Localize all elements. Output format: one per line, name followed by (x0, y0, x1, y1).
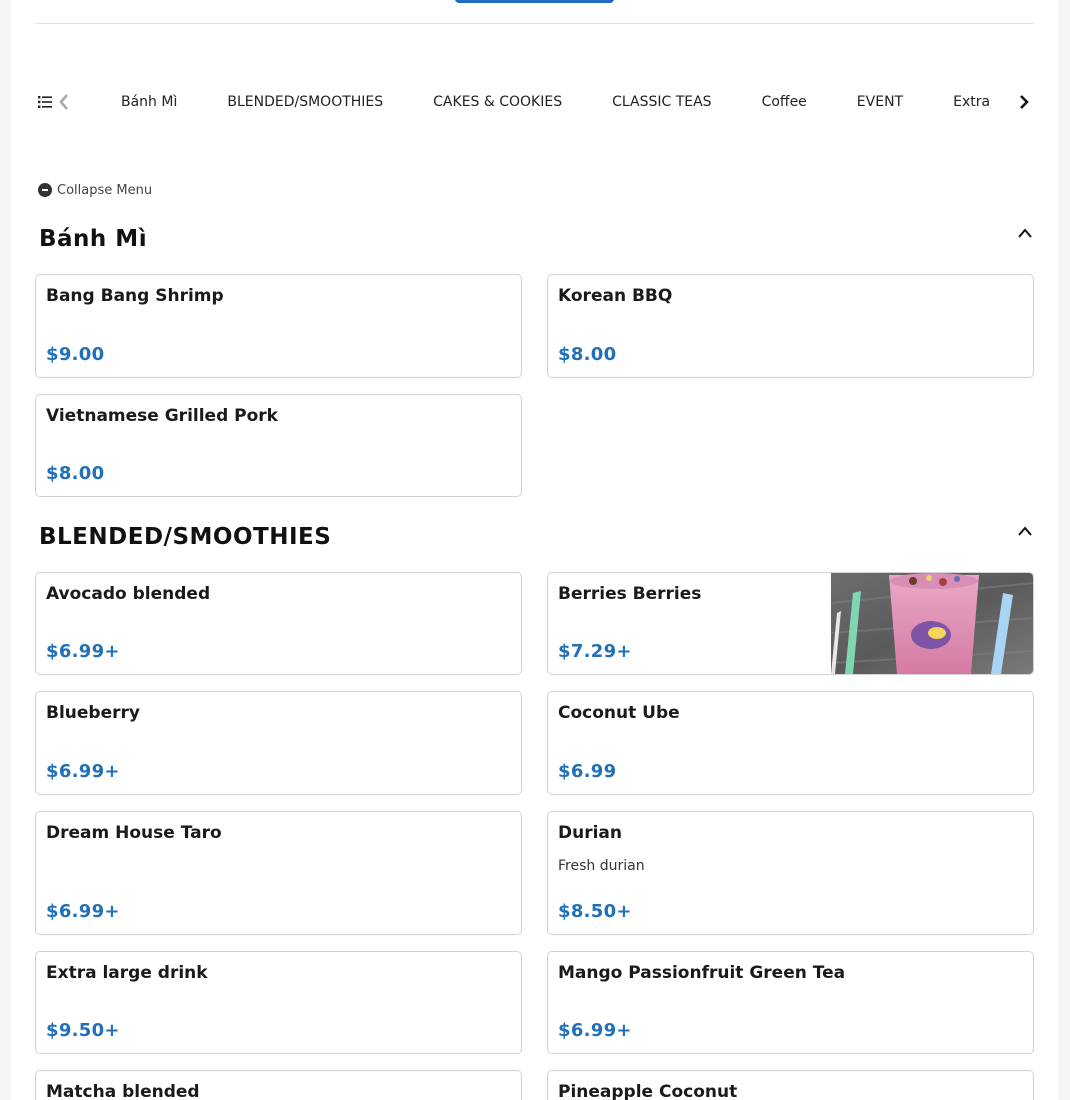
menu-item-card[interactable]: Bang Bang Shrimp $9.00 (35, 274, 522, 378)
item-name: Durian (558, 823, 622, 843)
menu-item-card[interactable]: Korean BBQ $8.00 (547, 274, 1034, 378)
item-name: Extra large drink (46, 963, 208, 983)
divider (35, 23, 1034, 24)
collapse-menu-label: Collapse Menu (57, 182, 153, 198)
menu-item-card[interactable]: Blueberry $6.99+ (35, 691, 522, 795)
chevron-right-icon[interactable] (1016, 92, 1032, 112)
menu-item-card[interactable]: Coconut Ube $6.99 (547, 691, 1034, 795)
category-nav: Bánh Mì BLENDED/SMOOTHIES CAKES & COOKIES C… (35, 80, 1034, 124)
item-price: $9.50+ (46, 1020, 120, 1041)
minus-circle-icon (38, 183, 52, 197)
item-description: Fresh durian (558, 858, 645, 874)
item-price: $8.00 (558, 344, 617, 365)
item-price: $6.99+ (46, 761, 120, 782)
section-title-blended-smoothies: BLENDED/SMOOTHIES (39, 524, 332, 550)
item-price: $6.99+ (46, 641, 120, 662)
tab-event[interactable]: EVENT (832, 80, 928, 124)
top-action-button[interactable] (455, 0, 614, 3)
item-name: Vietnamese Grilled Pork (46, 406, 278, 426)
item-name: Pineapple Coconut (558, 1082, 738, 1100)
menu-item-card[interactable]: Vietnamese Grilled Pork $8.00 (35, 394, 522, 497)
tab-classic-teas[interactable]: CLASSIC TEAS (587, 80, 736, 124)
menu-item-card[interactable]: Durian Fresh durian $8.50+ (547, 811, 1034, 935)
item-price: $7.29+ (558, 641, 632, 662)
item-name: Korean BBQ (558, 286, 673, 306)
smoothie-photo (831, 573, 1033, 674)
category-tabs: Bánh Mì BLENDED/SMOOTHIES CAKES & COOKIES C… (95, 80, 1017, 124)
item-name: Berries Berries (558, 584, 702, 604)
item-price: $8.50+ (558, 901, 632, 922)
tab-extra[interactable]: Extra (928, 80, 1015, 124)
menu-item-card[interactable]: Avocado blended $6.99+ (35, 572, 522, 675)
item-name: Dream House Taro (46, 823, 222, 843)
menu-item-card[interactable]: Matcha blended (35, 1070, 522, 1100)
chevron-up-icon[interactable] (1017, 525, 1033, 537)
item-name: Matcha blended (46, 1082, 200, 1100)
item-price: $9.00 (46, 344, 105, 365)
item-price: $6.99+ (46, 901, 120, 922)
chevron-left-icon[interactable] (57, 92, 71, 112)
menu-item-card[interactable]: Extra large drink $9.50+ (35, 951, 522, 1054)
item-price: $8.00 (46, 463, 105, 484)
item-name: Blueberry (46, 703, 140, 723)
section-title-banh-mi: Bánh Mì (39, 226, 148, 252)
list-icon[interactable] (37, 94, 53, 110)
item-name: Mango Passionfruit Green Tea (558, 963, 846, 983)
menu-item-card[interactable]: Mango Passionfruit Green Tea $6.99+ (547, 951, 1034, 1054)
collapse-menu-button[interactable]: Collapse Menu (38, 182, 152, 198)
tab-coffee[interactable]: Coffee (737, 80, 832, 124)
item-name: Avocado blended (46, 584, 211, 604)
menu-item-card[interactable]: Pineapple Coconut (547, 1070, 1034, 1100)
tab-cakes-cookies[interactable]: CAKES & COOKIES (408, 80, 587, 124)
item-price: $6.99+ (558, 1020, 632, 1041)
item-name: Bang Bang Shrimp (46, 286, 224, 306)
chevron-up-icon[interactable] (1017, 227, 1033, 239)
tab-banh-mi[interactable]: Bánh Mì (95, 80, 202, 124)
menu-page: Bánh Mì BLENDED/SMOOTHIES CAKES & COOKIES C… (11, 0, 1058, 1100)
item-price: $6.99 (558, 761, 617, 782)
tab-blended-smoothies[interactable]: BLENDED/SMOOTHIES (202, 80, 408, 124)
menu-item-card[interactable]: Berries Berries $7.29+ (547, 572, 1034, 675)
menu-item-card[interactable]: Dream House Taro $6.99+ (35, 811, 522, 935)
item-name: Coconut Ube (558, 703, 680, 723)
